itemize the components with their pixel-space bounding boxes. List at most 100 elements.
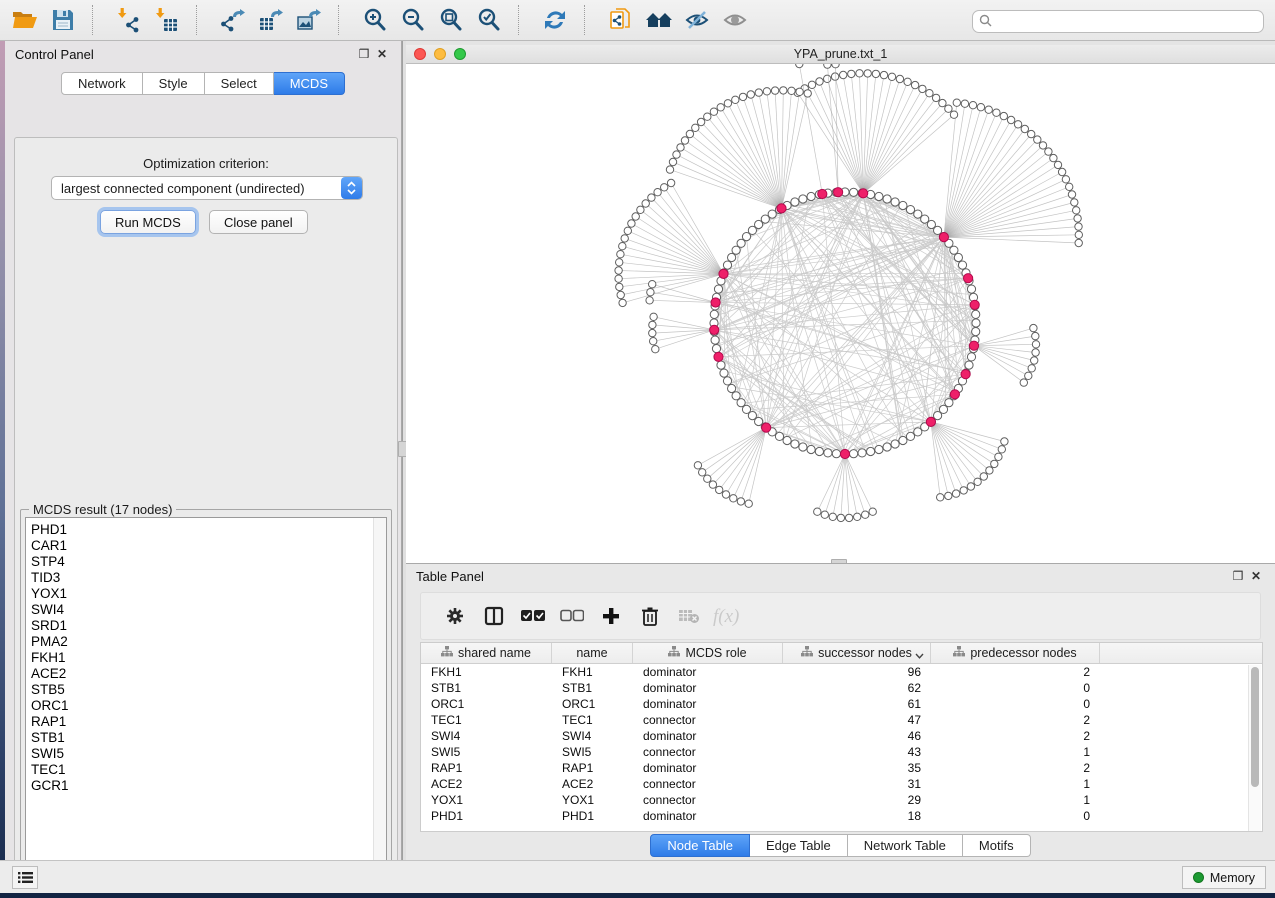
list-item[interactable]: PMA2 [31, 634, 386, 650]
table-cell: 61 [783, 696, 931, 712]
optimization-select[interactable]: largest connected component (undirected) [51, 176, 363, 200]
table-cell: 43 [783, 744, 931, 760]
close-panel-button[interactable]: Close panel [209, 210, 308, 234]
import-network-button[interactable] [110, 3, 148, 37]
zoom-in-button[interactable] [356, 3, 394, 37]
table-row[interactable]: STB1STB1dominator620 [421, 680, 1262, 696]
network-titlebar[interactable]: YPA_prune.txt_1 [406, 45, 1275, 64]
table-row[interactable]: ACE2ACE2connector311 [421, 776, 1262, 792]
apply-layout-button[interactable] [536, 3, 574, 37]
tab-network-table[interactable]: Network Table [848, 834, 963, 857]
list-item[interactable]: FKH1 [31, 650, 386, 666]
list-item[interactable]: ORC1 [31, 698, 386, 714]
save-session-button[interactable] [44, 3, 82, 37]
table-scrollbar-thumb[interactable] [1251, 667, 1259, 787]
search-icon [979, 14, 992, 30]
tab-network[interactable]: Network [61, 72, 143, 95]
column-header-shared-name[interactable]: shared name [421, 643, 552, 663]
export-image-button[interactable] [290, 3, 328, 37]
mcds-result-title: MCDS result (17 nodes) [29, 502, 176, 517]
table-row[interactable]: YOX1YOX1connector291 [421, 792, 1262, 808]
svg-text:f(x): f(x) [713, 606, 739, 627]
list-item[interactable]: YOX1 [31, 586, 386, 602]
tab-style[interactable]: Style [143, 72, 205, 95]
tab-select[interactable]: Select [205, 72, 274, 95]
list-item[interactable]: CAR1 [31, 538, 386, 554]
list-item[interactable]: SWI5 [31, 746, 386, 762]
deselect-all-icon[interactable] [552, 597, 591, 635]
table-cell: connector [633, 776, 783, 792]
table-cell: dominator [633, 680, 783, 696]
network-title: YPA_prune.txt_1 [406, 47, 1275, 61]
table-cell: dominator [633, 664, 783, 680]
list-item[interactable]: STB5 [31, 682, 386, 698]
list-item[interactable]: RAP1 [31, 714, 386, 730]
close-panel-icon[interactable]: ✕ [373, 47, 391, 61]
network-canvas[interactable] [406, 64, 1275, 563]
float-panel-icon[interactable]: ❒ [355, 47, 373, 61]
column-header-name[interactable]: name [552, 643, 633, 663]
search-field[interactable] [972, 10, 1264, 33]
select-all-icon[interactable] [513, 597, 552, 635]
list-scrollbar[interactable] [373, 518, 386, 874]
list-item[interactable]: ACE2 [31, 666, 386, 682]
run-mcds-button[interactable]: Run MCDS [100, 210, 196, 234]
list-item[interactable]: SWI4 [31, 602, 386, 618]
show-graphics-details-button[interactable] [716, 3, 754, 37]
table-cell: PHD1 [552, 808, 633, 824]
column-header-predecessor-nodes[interactable]: predecessor nodes [931, 643, 1100, 663]
table-cell: RAP1 [552, 760, 633, 776]
import-table-button[interactable] [148, 3, 186, 37]
mcds-result-group: MCDS result (17 nodes) PHD1CAR1STP4TID3Y… [20, 509, 392, 880]
tab-motifs[interactable]: Motifs [963, 834, 1031, 857]
search-input[interactable] [996, 15, 1263, 29]
table-cell: 2 [931, 728, 1100, 744]
mcds-result-list[interactable]: PHD1CAR1STP4TID3YOX1SWI4SRD1PMA2FKH1ACE2… [25, 517, 387, 875]
float-table-panel-icon[interactable]: ❒ [1229, 569, 1247, 583]
delete-column-icon[interactable] [630, 597, 669, 635]
control-panel: Control Panel ❒ ✕ NetworkStyleSelectMCDS… [5, 41, 402, 860]
hide-graphics-details-button[interactable] [678, 3, 716, 37]
first-neighbors-button[interactable] [640, 3, 678, 37]
table-row[interactable]: PHD1PHD1dominator180 [421, 808, 1262, 824]
zoom-out-button[interactable] [394, 3, 432, 37]
gear-icon[interactable] [435, 597, 474, 635]
memory-button[interactable]: Memory [1182, 866, 1266, 889]
table-row[interactable]: TEC1TEC1connector472 [421, 712, 1262, 728]
task-history-button[interactable] [12, 866, 38, 889]
split-view-icon[interactable] [474, 597, 513, 635]
table-row[interactable]: RAP1RAP1dominator352 [421, 760, 1262, 776]
tab-node-table[interactable]: Node Table [650, 834, 750, 857]
list-item[interactable]: TID3 [31, 570, 386, 586]
table-row[interactable]: ORC1ORC1dominator610 [421, 696, 1262, 712]
table-cell: FKH1 [421, 664, 552, 680]
table-row[interactable]: SWI5SWI5connector431 [421, 744, 1262, 760]
table-cell: STB1 [552, 680, 633, 696]
list-item[interactable]: TEC1 [31, 762, 386, 778]
open-file-button[interactable] [6, 3, 44, 37]
table-cell: 46 [783, 728, 931, 744]
style-document-button[interactable] [602, 3, 640, 37]
table-row[interactable]: FKH1FKH1dominator962 [421, 664, 1262, 680]
list-item[interactable]: STB1 [31, 730, 386, 746]
table-row[interactable]: SWI4SWI4dominator462 [421, 728, 1262, 744]
list-item[interactable]: GCR1 [31, 778, 386, 794]
export-network-button[interactable] [214, 3, 252, 37]
table-scrollbar[interactable] [1248, 665, 1261, 832]
tab-edge-table[interactable]: Edge Table [750, 834, 848, 857]
list-item[interactable]: STP4 [31, 554, 386, 570]
add-column-icon[interactable] [591, 597, 630, 635]
tab-mcds[interactable]: MCDS [274, 72, 345, 95]
column-header-successor-nodes[interactable]: successor nodes [783, 643, 931, 663]
function-builder-icon: f(x) [708, 597, 747, 635]
zoom-fit-button[interactable] [432, 3, 470, 37]
close-table-panel-icon[interactable]: ✕ [1247, 569, 1265, 583]
list-item[interactable]: SRD1 [31, 618, 386, 634]
column-header-MCDS-role[interactable]: MCDS role [633, 643, 783, 663]
export-table-button[interactable] [252, 3, 290, 37]
column-type-icon [668, 646, 680, 660]
table-cell: ORC1 [552, 696, 633, 712]
toolbar-separator [518, 5, 532, 35]
list-item[interactable]: PHD1 [31, 522, 386, 538]
zoom-selected-button[interactable] [470, 3, 508, 37]
